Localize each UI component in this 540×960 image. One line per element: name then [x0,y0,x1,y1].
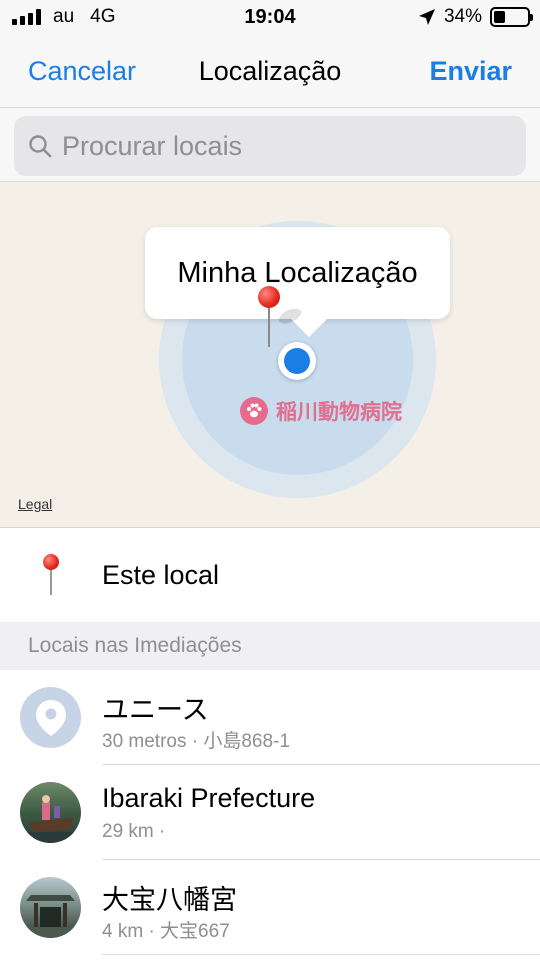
section-title: Locais nas Imediações [28,634,242,657]
list-item[interactable]: ユニース 30 metros · 小島868-1 [0,670,540,765]
battery-icon [490,7,533,27]
legal-link[interactable]: Legal [18,496,52,512]
paw-icon [240,397,268,425]
search-bar [0,108,540,182]
map-poi[interactable]: 稲川動物病院 [240,396,402,426]
list-item[interactable]: Ibaraki Prefecture 29 km · [0,765,540,860]
navigation-bar: Cancelar Localização Enviar [0,36,540,108]
map-pin-needle [268,307,270,347]
shrine-photo [20,877,81,938]
send-button[interactable]: Enviar [429,56,512,87]
status-bar: au 4G 19:04 34% [0,0,540,36]
location-arrow-icon [418,9,435,25]
nearby-section-header: Locais nas Imediações [0,622,540,670]
nearby-places-list: ユニース 30 metros · 小島868-1 Ibaraki Prefect… [0,670,540,955]
divider [102,954,540,955]
pin-needle [50,569,52,595]
my-location-callout[interactable]: Minha Localização [145,227,450,337]
map-view[interactable]: 稲川動物病院 Minha Localização Legal [0,182,540,528]
battery-percent: 34% [443,6,482,27]
pin-icon [43,554,59,570]
battery-fill [494,11,505,23]
list-item[interactable]: 大宝八幡宮 4 km · 大宝667 [0,860,540,955]
place-name: 大宝八幡宮 [102,885,237,915]
place-detail: 4 km · 大宝667 [102,921,230,942]
user-location-dot [278,342,316,380]
search-input[interactable] [62,130,502,162]
this-place-row[interactable]: Este local [0,528,540,622]
place-name: ユニース [102,695,209,725]
boat-photo [20,782,81,843]
place-name: Ibaraki Prefecture [102,783,316,813]
search-field[interactable] [14,116,526,176]
map-poi-label: 稲川動物病院 [276,401,402,424]
place-detail: 29 km · [102,821,166,842]
location-pin-icon [20,687,81,748]
callout-label: Minha Localização [177,256,418,289]
place-detail: 30 metros · 小島868-1 [102,731,290,752]
this-place-label: Este local [102,560,220,590]
map-pin-icon[interactable] [258,286,280,308]
search-icon [29,135,52,158]
